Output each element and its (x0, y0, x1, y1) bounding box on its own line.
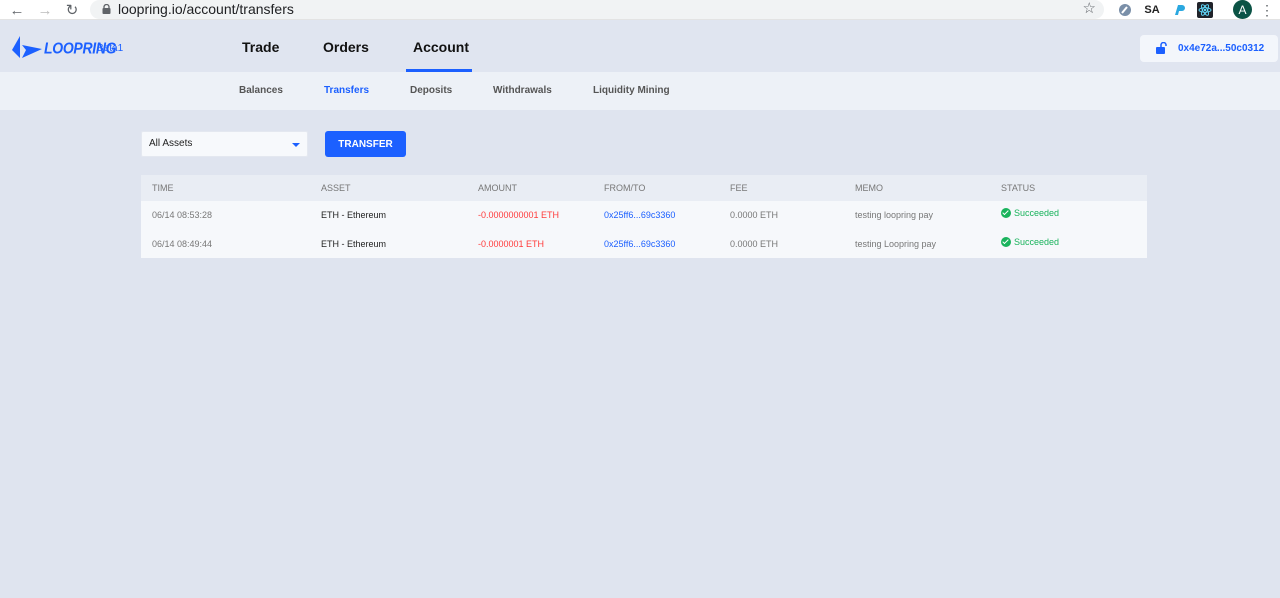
extension-react-icon[interactable] (1196, 1, 1214, 19)
table-row: 06/14 08:53:28 ETH - Ethereum -0.0000000… (141, 201, 1147, 229)
extension-paypal-icon[interactable] (1170, 1, 1188, 19)
subtab-liquidity-mining[interactable]: Liquidity Mining (593, 85, 670, 96)
column-header-amount: AMOUNT (478, 183, 517, 193)
account-subnav: Balances Transfers Deposits Withdrawals … (0, 72, 1280, 110)
check-circle-icon (1001, 237, 1011, 247)
browser-menu-icon[interactable]: ⋮ (1258, 1, 1276, 19)
asset-filter-value: All Assets (149, 138, 193, 149)
transfers-table: TIME ASSET AMOUNT FROM/TO FEE MEMO STATU… (141, 175, 1147, 258)
cell-fee: 0.0000 ETH (730, 210, 779, 220)
reload-icon[interactable]: ↻ (63, 1, 81, 19)
transfer-button[interactable]: TRANSFER (325, 131, 406, 157)
lock-icon (102, 4, 111, 14)
table-header: TIME ASSET AMOUNT FROM/TO FEE MEMO STATU… (141, 175, 1147, 201)
cell-status: Succeeded (1001, 237, 1059, 247)
url-text: loopring.io/account/transfers (118, 1, 294, 17)
asset-filter-select[interactable]: All Assets (141, 131, 308, 157)
cell-time: 06/14 08:53:28 (152, 210, 213, 220)
column-header-fee: FEE (730, 183, 748, 193)
app-header: LOOPRING Beta1 Trade Orders Account 0x4e… (0, 20, 1280, 72)
bookmark-star-icon[interactable]: ☆ (1083, 0, 1096, 18)
profile-avatar[interactable]: A (1233, 0, 1252, 19)
cell-memo: testing loopring pay (855, 210, 934, 220)
wallet-button[interactable]: 0x4e72a...50c0312 (1140, 35, 1278, 62)
cell-amount: -0.0000001 ETH (478, 239, 545, 249)
forward-arrow-icon[interactable]: → (36, 1, 54, 19)
table-row: 06/14 08:49:44 ETH - Ethereum -0.0000001… (141, 230, 1147, 258)
cell-fee: 0.0000 ETH (730, 239, 779, 249)
wallet-address: 0x4e72a...50c0312 (1178, 43, 1265, 54)
column-header-asset: ASSET (321, 183, 351, 193)
extension-sa-icon[interactable]: SA (1143, 1, 1161, 19)
column-header-memo: MEMO (855, 183, 883, 193)
subtab-transfers[interactable]: Transfers (324, 85, 369, 96)
subtab-balances[interactable]: Balances (239, 85, 283, 96)
cell-amount: -0.0000000001 ETH (478, 210, 560, 220)
cell-memo: testing Loopring pay (855, 239, 937, 249)
tab-trade[interactable]: Trade (242, 39, 279, 55)
extension-compass-icon[interactable] (1116, 1, 1134, 19)
status-text: Succeeded (1014, 237, 1060, 247)
cell-status: Succeeded (1001, 208, 1059, 218)
cell-from-to-link[interactable]: 0x25ff6...69c3360 (604, 239, 675, 249)
column-header-from-to: FROM/TO (604, 183, 646, 193)
cell-asset: ETH - Ethereum (321, 210, 387, 220)
subtab-withdrawals[interactable]: Withdrawals (493, 85, 552, 96)
cell-time: 06/14 08:49:44 (152, 239, 213, 249)
cell-from-to-link[interactable]: 0x25ff6...69c3360 (604, 210, 675, 220)
tab-orders[interactable]: Orders (323, 39, 369, 55)
unlock-icon (1156, 42, 1167, 54)
tab-account[interactable]: Account (413, 39, 469, 55)
status-text: Succeeded (1014, 208, 1060, 218)
check-circle-icon (1001, 208, 1011, 218)
subtab-deposits[interactable]: Deposits (410, 85, 452, 96)
cell-asset: ETH - Ethereum (321, 239, 387, 249)
browser-toolbar: ← → ↻ loopring.io/account/transfers ☆ SA… (0, 0, 1280, 20)
chevron-down-icon (292, 143, 300, 147)
beta-badge: Beta1 (97, 43, 124, 54)
column-header-status: STATUS (1001, 183, 1036, 193)
address-bar[interactable]: loopring.io/account/transfers ☆ (90, 0, 1104, 19)
back-arrow-icon[interactable]: ← (8, 1, 26, 19)
loopring-logo-icon (12, 36, 42, 58)
column-header-time: TIME (152, 183, 174, 193)
